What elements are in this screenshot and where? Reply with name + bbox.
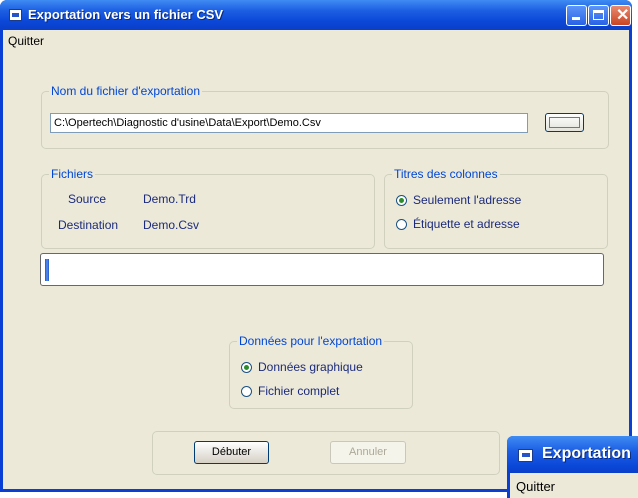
destination-label: Destination xyxy=(58,218,119,232)
export-data-legend: Données pour l'exportation xyxy=(237,334,385,348)
files-legend: Fichiers xyxy=(49,167,96,181)
files-group: Fichiers Source Demo.Trd Destination Dem… xyxy=(41,167,375,249)
minimize-icon xyxy=(572,17,580,20)
buttons-group: Débuter Annuler xyxy=(152,431,500,475)
maximize-icon xyxy=(593,10,604,20)
main-window: Exportation vers un fichier CSV ✕ Quitte… xyxy=(0,0,632,492)
browse-button[interactable] xyxy=(545,113,584,132)
export-file-group: Nom du fichier d'exportation C:\Opertech… xyxy=(41,84,609,149)
close-button[interactable]: ✕ xyxy=(610,5,631,26)
secondary-window[interactable]: Exportation Quitter xyxy=(507,436,638,498)
radio-address-only[interactable] xyxy=(396,195,407,206)
start-button[interactable]: Débuter xyxy=(194,441,269,464)
radio-label-and-address-label[interactable]: Étiquette et adresse xyxy=(413,217,520,231)
source-value: Demo.Trd xyxy=(143,192,196,206)
column-titles-legend: Titres des colonnes xyxy=(392,167,500,181)
source-label: Source xyxy=(68,192,107,206)
maximize-button[interactable] xyxy=(588,5,609,26)
close-icon: ✕ xyxy=(616,7,630,24)
client-area: Quitter Nom du fichier d'exportation C:\… xyxy=(3,30,629,489)
cancel-button[interactable]: Annuler xyxy=(330,441,406,464)
app-window-icon[interactable] xyxy=(9,9,22,21)
radio-graph-data-label[interactable]: Données graphique xyxy=(258,360,363,374)
column-titles-group: Titres des colonnes Seulement l'adresse … xyxy=(384,167,608,249)
menu-bar: Quitter xyxy=(3,30,629,50)
title-bar[interactable]: Exportation vers un fichier CSV ✕ xyxy=(0,0,632,30)
export-file-legend: Nom du fichier d'exportation xyxy=(49,84,203,98)
secondary-menu-quit[interactable]: Quitter xyxy=(516,479,555,494)
progress-fill xyxy=(45,259,49,281)
radio-full-file-label[interactable]: Fichier complet xyxy=(258,384,339,398)
secondary-window-title: Exportation xyxy=(542,445,631,462)
radio-full-file[interactable] xyxy=(241,386,252,397)
secondary-menu-bar: Quitter xyxy=(510,473,638,498)
export-progress-bar xyxy=(40,253,604,286)
export-data-group: Données pour l'exportation Données graph… xyxy=(229,334,413,409)
radio-address-only-label[interactable]: Seulement l'adresse xyxy=(413,193,521,207)
radio-graph-data[interactable] xyxy=(241,362,252,373)
destination-value: Demo.Csv xyxy=(143,218,200,232)
secondary-window-icon[interactable] xyxy=(518,449,533,462)
radio-label-and-address[interactable] xyxy=(396,219,407,230)
minimize-button[interactable] xyxy=(566,5,587,26)
export-path-input[interactable]: C:\Opertech\Diagnostic d'usine\Data\Expo… xyxy=(50,113,528,133)
window-title: Exportation vers un fichier CSV xyxy=(28,7,224,22)
secondary-title-bar[interactable]: Exportation xyxy=(507,436,638,473)
menu-quit[interactable]: Quitter xyxy=(8,34,44,48)
